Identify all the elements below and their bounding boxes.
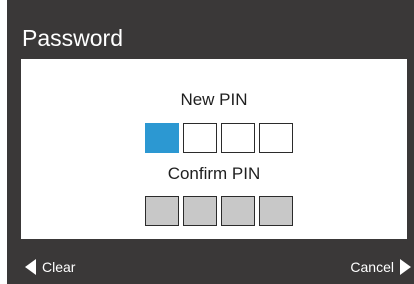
pin-entry-panel: New PIN Confirm PIN xyxy=(21,59,407,239)
triangle-right-icon xyxy=(400,259,411,275)
confirm-pin-label: Confirm PIN xyxy=(167,164,261,183)
confirm-pin-digit-4 xyxy=(259,196,293,226)
confirm-pin-digit-3 xyxy=(221,196,255,226)
new-pin-label: New PIN xyxy=(180,90,248,109)
confirm-pin-digit-1 xyxy=(145,196,179,226)
new-pin-digit-3[interactable] xyxy=(221,123,255,153)
password-screen: Password New PIN Confirm PIN Clear Cance… xyxy=(0,0,414,284)
cancel-button[interactable]: Cancel xyxy=(350,256,411,278)
clear-button-label: Clear xyxy=(42,259,76,275)
cancel-button-label: Cancel xyxy=(350,259,394,275)
clear-button[interactable]: Clear xyxy=(25,256,75,278)
confirm-pin-boxes xyxy=(145,196,297,226)
new-pin-digit-1[interactable] xyxy=(145,123,179,153)
confirm-pin-digit-2 xyxy=(183,196,217,226)
page-title: Password xyxy=(22,25,123,51)
softkey-bar: Clear Cancel xyxy=(7,239,414,284)
new-pin-boxes[interactable] xyxy=(145,123,297,153)
triangle-left-icon xyxy=(25,259,36,275)
new-pin-digit-2[interactable] xyxy=(183,123,217,153)
new-pin-digit-4[interactable] xyxy=(259,123,293,153)
